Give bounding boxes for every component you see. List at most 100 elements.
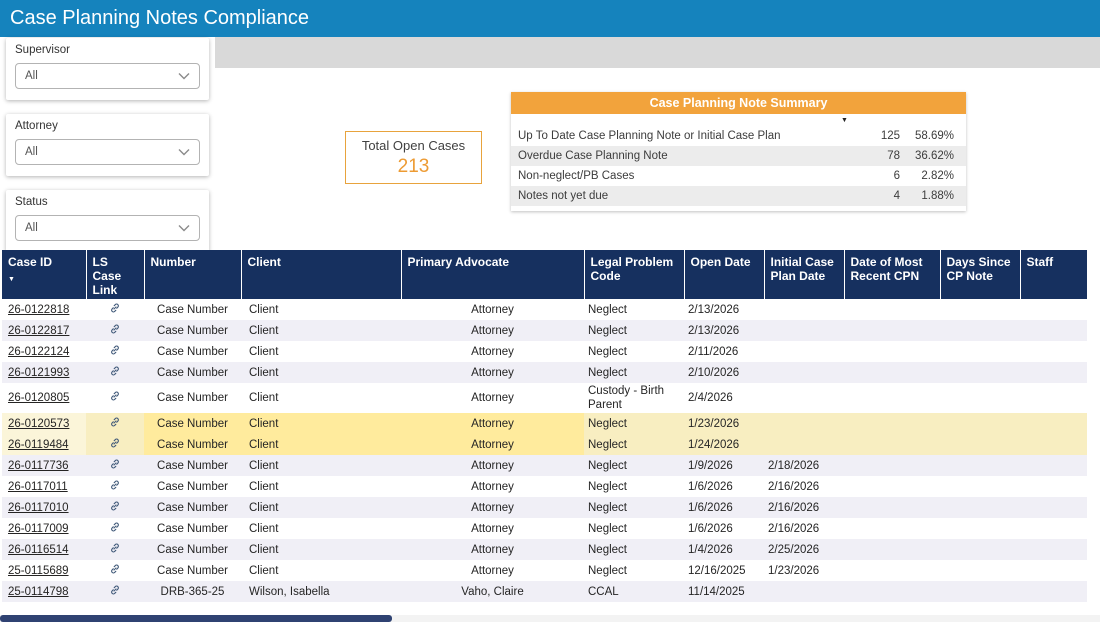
primary-advocate-cell: Attorney bbox=[401, 413, 584, 434]
ls-case-link-cell bbox=[86, 320, 144, 341]
client-cell: Client bbox=[249, 480, 279, 493]
ls-case-link-cell bbox=[86, 560, 144, 581]
link-icon[interactable] bbox=[109, 521, 121, 537]
staff-cell bbox=[1020, 581, 1087, 602]
report-canvas: Case Planning Notes Compliance Superviso… bbox=[0, 0, 1100, 622]
column-header[interactable]: Staff bbox=[1020, 250, 1087, 299]
link-icon[interactable] bbox=[109, 390, 121, 406]
client-cell: Client bbox=[249, 303, 279, 316]
primary-advocate-cell: Attorney bbox=[471, 543, 514, 556]
summary-row[interactable]: Overdue Case Planning Note 78 36.62% bbox=[511, 146, 966, 166]
link-icon[interactable] bbox=[109, 302, 121, 318]
case-id-cell: 26-0117736 bbox=[2, 455, 86, 476]
days-since-cp-note-cell bbox=[940, 413, 1020, 434]
open-date-cell: 1/24/2026 bbox=[688, 438, 740, 451]
case-id-link[interactable]: 26-0120805 bbox=[8, 392, 69, 404]
client-cell: Client bbox=[249, 345, 279, 358]
case-number-cell: Case Number bbox=[157, 303, 228, 316]
case-id-link[interactable]: 25-0114798 bbox=[8, 586, 69, 598]
staff-cell bbox=[1020, 476, 1087, 497]
case-id-link[interactable]: 26-0117011 bbox=[8, 481, 68, 493]
filter-dropdown[interactable]: All bbox=[15, 215, 200, 241]
case-id-link[interactable]: 26-0117010 bbox=[8, 502, 69, 514]
case-id-link[interactable]: 26-0116514 bbox=[8, 544, 69, 556]
sort-descending-icon[interactable]: ▼ bbox=[8, 276, 82, 283]
initial-plan-date-cell bbox=[764, 383, 844, 413]
case-id-link[interactable]: 26-0117736 bbox=[8, 460, 69, 472]
link-icon[interactable] bbox=[109, 344, 121, 360]
case-id-link[interactable]: 26-0119484 bbox=[8, 439, 69, 451]
column-header[interactable]: Days Since CP Note bbox=[940, 250, 1021, 299]
link-icon[interactable] bbox=[109, 323, 121, 339]
link-icon[interactable] bbox=[109, 458, 121, 474]
case-id-cell: 26-0122817 bbox=[2, 320, 86, 341]
column-header[interactable]: Primary Advocate bbox=[401, 250, 585, 299]
summary-row[interactable]: Non-neglect/PB Cases 6 2.82% bbox=[511, 166, 966, 186]
case-id-link[interactable]: 26-0120573 bbox=[8, 418, 69, 430]
column-header[interactable]: Open Date bbox=[684, 250, 765, 299]
open-date-cell: 2/4/2026 bbox=[688, 392, 733, 404]
case-id-link[interactable]: 26-0117009 bbox=[8, 523, 69, 535]
case-number-cell: Case Number bbox=[157, 345, 228, 358]
initial-plan-date-cell bbox=[764, 434, 844, 455]
case-id-link[interactable]: 26-0122124 bbox=[8, 346, 69, 358]
case-table-grid: Case ID ▼ LS Case Link Number Client Primary … bbox=[2, 250, 1087, 602]
column-header[interactable]: Initial Case Plan Date bbox=[764, 250, 845, 299]
summary-row-percent: 2.82% bbox=[921, 170, 954, 182]
primary-advocate-cell: Attorney bbox=[471, 303, 514, 316]
staff-cell bbox=[1020, 539, 1087, 560]
initial-plan-date-cell: 2/16/2026 bbox=[768, 480, 820, 493]
case-number-cell: Case Number bbox=[157, 480, 228, 493]
column-header[interactable]: Legal Problem Code bbox=[584, 250, 685, 299]
case-id-link[interactable]: 26-0122818 bbox=[8, 304, 69, 316]
link-icon[interactable] bbox=[109, 479, 121, 495]
summary-row[interactable]: Notes not yet due 4 1.88% bbox=[511, 186, 966, 206]
days-since-cp-note-cell bbox=[940, 434, 1020, 455]
case-id-cell: 26-0117010 bbox=[2, 497, 86, 518]
summary-row[interactable]: Up To Date Case Planning Note or Initial… bbox=[511, 126, 966, 146]
legal-problem-code-cell: Neglect bbox=[588, 480, 627, 493]
link-icon[interactable] bbox=[109, 584, 121, 600]
table-row: 25-0114798 DRB-365-25 Wilson, Isabella Vaho… bbox=[2, 581, 1087, 602]
case-table: Case ID ▼ LS Case Link Number Client Primary … bbox=[2, 250, 1088, 602]
case-number-cell: Case Number bbox=[157, 522, 228, 535]
filter-dropdown[interactable]: All bbox=[15, 63, 200, 89]
case-id-cell: 26-0119484 bbox=[2, 434, 86, 455]
column-header[interactable]: Client bbox=[241, 250, 402, 299]
link-icon[interactable] bbox=[109, 563, 121, 579]
open-date-cell: 1/6/2026 bbox=[688, 522, 733, 535]
case-id-link[interactable]: 26-0121993 bbox=[8, 367, 69, 379]
link-icon[interactable] bbox=[109, 416, 121, 432]
link-icon[interactable] bbox=[109, 542, 121, 558]
case-id-link[interactable]: 25-0115689 bbox=[8, 565, 69, 577]
column-header[interactable]: LS Case Link bbox=[86, 250, 145, 299]
column-header[interactable]: Case ID ▼ bbox=[2, 250, 87, 299]
primary-advocate-cell: Attorney bbox=[401, 434, 584, 455]
initial-plan-date-cell: 1/23/2026 bbox=[768, 564, 820, 577]
table-row: 26-0117011 Case Number Client Attorney Negle… bbox=[2, 476, 1087, 497]
days-since-cp-note-cell bbox=[940, 581, 1020, 602]
column-header[interactable]: Date of Most Recent CPN bbox=[844, 250, 941, 299]
filter-dropdown[interactable]: All bbox=[15, 139, 200, 165]
horizontal-scrollbar[interactable] bbox=[0, 615, 1100, 622]
recent-cpn-date-cell bbox=[844, 476, 940, 497]
column-header[interactable]: Number bbox=[144, 250, 242, 299]
case-id-link[interactable]: 26-0122817 bbox=[8, 325, 69, 337]
link-icon[interactable] bbox=[109, 437, 121, 453]
filter-value: All bbox=[25, 222, 38, 234]
client-cell: Client bbox=[249, 459, 279, 472]
link-icon[interactable] bbox=[109, 365, 121, 381]
open-date-cell: 1/6/2026 bbox=[688, 501, 733, 514]
link-icon[interactable] bbox=[109, 500, 121, 516]
legal-problem-code-cell: Neglect bbox=[588, 564, 627, 577]
scrollbar-thumb[interactable] bbox=[0, 615, 392, 622]
open-date-cell: 1/9/2026 bbox=[688, 459, 733, 472]
ls-case-link-cell bbox=[86, 539, 144, 560]
chevron-down-icon[interactable]: ▼ bbox=[841, 117, 848, 125]
staff-cell bbox=[1020, 518, 1087, 539]
ls-case-link-cell bbox=[86, 455, 144, 476]
case-id-cell: 25-0114798 bbox=[2, 581, 86, 602]
table-row: 26-0116514 Case Number Client Attorney Negle… bbox=[2, 539, 1087, 560]
case-id-cell: 26-0121993 bbox=[2, 362, 86, 383]
table-header-row: Case ID ▼ LS Case Link Number Client Primary … bbox=[2, 250, 1087, 299]
